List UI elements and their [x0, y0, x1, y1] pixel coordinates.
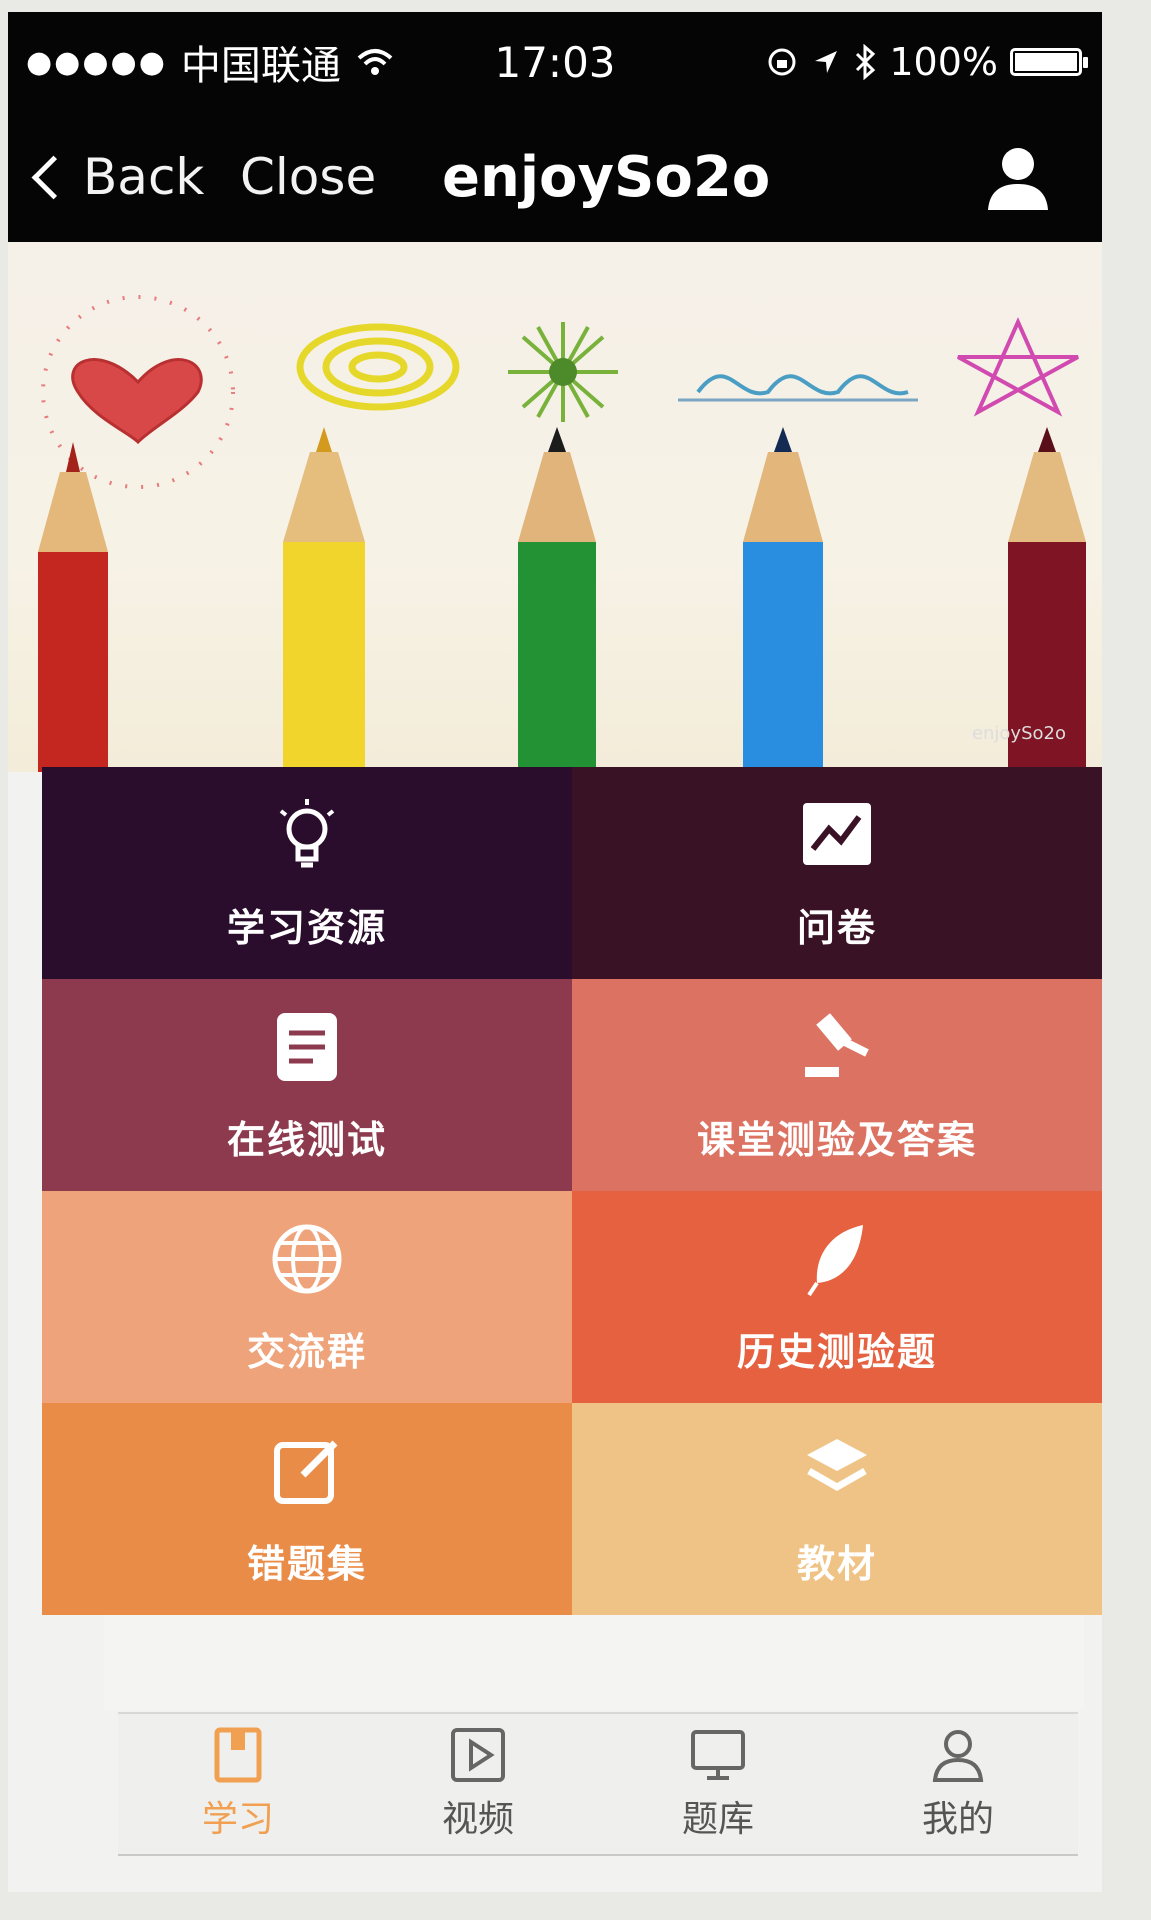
- tile-label: 学习资源: [226, 905, 387, 950]
- rotation-lock-icon: [768, 48, 796, 76]
- tile-learning-resources[interactable]: 学习资源: [42, 767, 572, 979]
- tab-mine[interactable]: 我的: [858, 1726, 1058, 1842]
- tab-label: 学习: [201, 1799, 274, 1840]
- tile-past-quizzes[interactable]: 历史测验题: [572, 1191, 1102, 1403]
- monitor-icon: [691, 1730, 745, 1780]
- tile-label: 课堂测验及答案: [696, 1117, 977, 1162]
- tile-class-quiz-answers[interactable]: 课堂测验及答案: [572, 979, 1102, 1191]
- tab-label: 题库: [681, 1799, 754, 1840]
- tab-bar: 学习 视频 题库 我的: [118, 1712, 1078, 1856]
- bluetooth-icon: [856, 44, 876, 80]
- battery-icon: [1010, 48, 1088, 76]
- tile-textbooks[interactable]: 教材: [572, 1403, 1102, 1615]
- status-right: 100%: [765, 40, 1088, 84]
- banner-image: enjoySo2o: [8, 242, 1102, 772]
- banner-watermark: enjoySo2o: [971, 723, 1066, 744]
- feather-icon: [807, 1224, 863, 1296]
- pencils-illustration: [38, 295, 1086, 772]
- menu-grid: 学习资源 问卷 在线测试 课堂测验及答案 交流群 历史测验题 错题集 教材: [42, 767, 1102, 1615]
- tab-label: 视频: [441, 1799, 514, 1840]
- tab-label: 我的: [921, 1799, 994, 1840]
- tile-online-test[interactable]: 在线测试: [42, 979, 572, 1191]
- tile-label: 历史测验题: [736, 1329, 937, 1374]
- tile-label: 交流群: [246, 1329, 367, 1374]
- back-label: Back: [83, 148, 205, 206]
- tile-discussion-group[interactable]: 交流群: [42, 1191, 572, 1403]
- content-spacer: [104, 1615, 1084, 1710]
- chart-icon: [803, 802, 871, 865]
- location-arrow-icon: [815, 51, 838, 73]
- tile-mistakes-collection[interactable]: 错题集: [42, 1403, 572, 1615]
- lightbulb-icon: [279, 798, 335, 867]
- page-title: enjoySo2o: [442, 144, 771, 210]
- globe-icon: [272, 1224, 342, 1293]
- back-button[interactable]: Back: [31, 148, 205, 206]
- tab-learning[interactable]: 学习: [138, 1726, 338, 1842]
- edit-icon: [274, 1440, 338, 1504]
- tile-label: 教材: [796, 1541, 877, 1586]
- layers-icon: [807, 1438, 867, 1491]
- tile-label: 问卷: [796, 905, 877, 950]
- close-button[interactable]: Close: [240, 148, 376, 206]
- tab-question-bank[interactable]: 题库: [618, 1726, 818, 1842]
- tile-questionnaire[interactable]: 问卷: [572, 767, 1102, 979]
- book-icon: [214, 1727, 262, 1783]
- gavel-icon: [805, 1012, 869, 1077]
- phone-screen: ●●●●● 中国联通 17:03 100% Back Close enjoySo…: [8, 12, 1102, 1892]
- battery-percent: 100%: [889, 40, 998, 84]
- person-icon: [932, 1730, 984, 1782]
- tile-label: 在线测试: [226, 1117, 387, 1162]
- nav-bar: Back Close enjoySo2o: [8, 112, 1102, 242]
- document-icon: [277, 1012, 337, 1081]
- video-icon: [451, 1728, 505, 1782]
- status-bar: ●●●●● 中国联通 17:03 100%: [8, 12, 1102, 112]
- user-profile-icon[interactable]: [986, 142, 1050, 212]
- chevron-left-icon: [31, 155, 76, 199]
- tile-label: 错题集: [246, 1541, 367, 1586]
- tab-video[interactable]: 视频: [378, 1726, 578, 1842]
